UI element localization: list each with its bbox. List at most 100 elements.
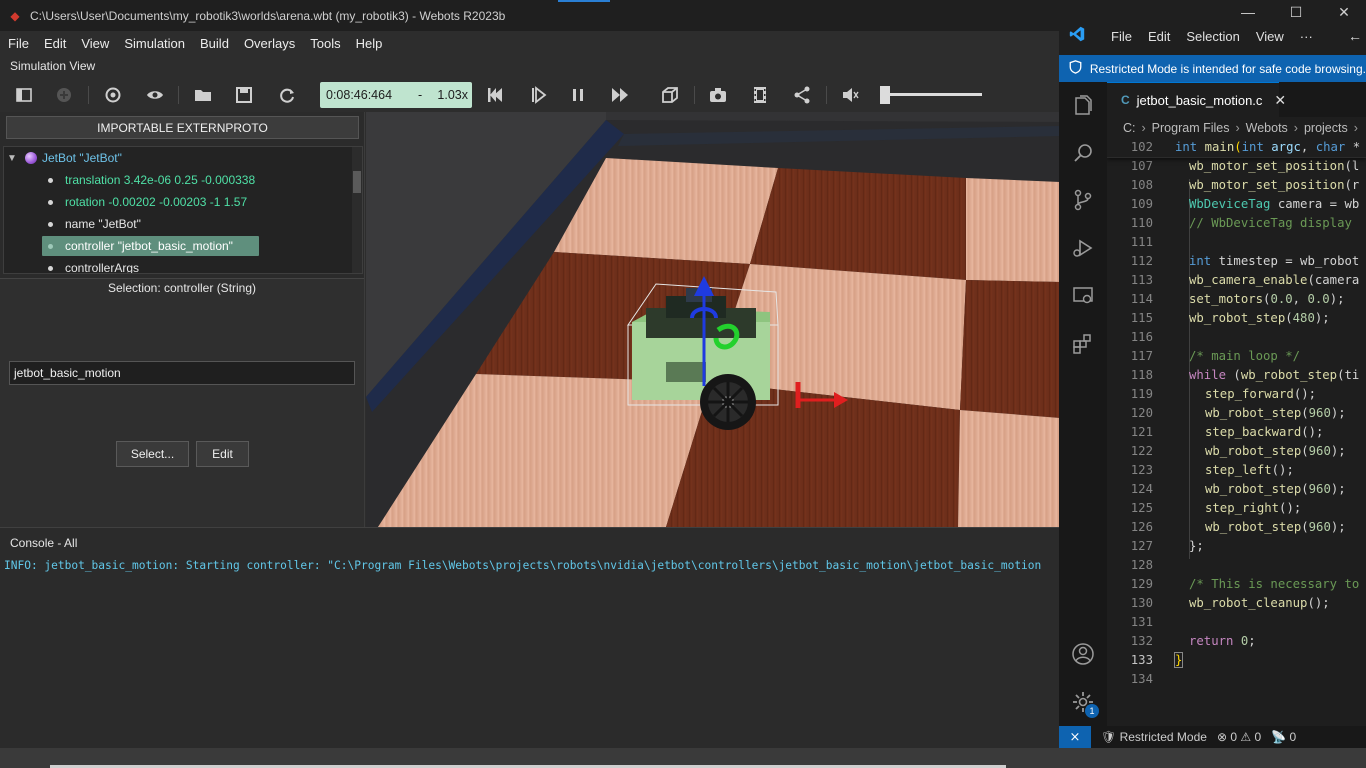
search-icon[interactable] [1071, 141, 1095, 165]
run-debug-icon[interactable] [1071, 236, 1095, 260]
vs-menu-file[interactable]: File [1111, 29, 1132, 44]
screenshot-icon[interactable] [706, 83, 730, 107]
tab-jetbot-basic-motion[interactable]: C jetbot_basic_motion.c ✕ [1107, 82, 1286, 117]
select-button[interactable]: Select... [116, 441, 189, 467]
menu-edit[interactable]: Edit [44, 36, 66, 51]
line-number: 134 [1130, 672, 1153, 686]
line-number: 126 [1130, 520, 1153, 534]
save-world-icon[interactable] [232, 83, 256, 107]
tree-field-name[interactable]: name "JetBot" [48, 214, 141, 234]
menu-tools[interactable]: Tools [310, 36, 340, 51]
controller-input[interactable]: jetbot_basic_motion [9, 361, 355, 385]
arrow-left-icon[interactable]: ← [1348, 28, 1362, 44]
code-line: step_forward(); [1205, 387, 1317, 401]
rendering-icon[interactable] [658, 83, 682, 107]
vs-menu-edit[interactable]: Edit [1148, 29, 1170, 44]
line-number: 124 [1130, 482, 1153, 496]
selection-label: Selection: controller (String) [107, 281, 257, 295]
account-icon[interactable] [1071, 642, 1095, 666]
console-panel: Console - All INFO: jetbot_basic_motion:… [0, 527, 1060, 748]
manage-gear-icon[interactable]: 1 [1071, 690, 1099, 718]
tree-scrollbar[interactable] [352, 147, 362, 273]
simulation-view-label: Simulation View [10, 59, 96, 73]
field-bullet-icon [48, 265, 53, 271]
tree-field-translation[interactable]: translation 3.42e-06 0.25 -0.000338 [48, 170, 255, 190]
share-icon[interactable] [790, 83, 814, 107]
reload-world-icon[interactable] [275, 83, 299, 107]
remote-indicator-icon[interactable]: ⨯ [1059, 726, 1091, 748]
chevron-down-icon[interactable]: ▼ [7, 153, 19, 164]
explorer-icon[interactable] [1071, 94, 1095, 118]
tree-node-jetbot[interactable]: ▼ JetBot "JetBot" [7, 148, 122, 168]
sticky-scroll-line[interactable]: 102 int main(int argc, char * [1107, 139, 1366, 158]
code-line: /* main loop */ [1189, 349, 1301, 363]
step-icon[interactable] [526, 83, 550, 107]
reset-viewpoint-icon[interactable] [101, 83, 125, 107]
volume-slider-track[interactable] [886, 93, 982, 96]
activity-bar: 1 [1059, 82, 1107, 726]
chevron-right-icon: › [1353, 121, 1358, 135]
close-tab-icon[interactable]: ✕ [1274, 92, 1286, 109]
menu-view[interactable]: View [81, 36, 109, 51]
breadcrumb-item[interactable]: projects [1304, 121, 1348, 135]
toggle-scene-tree-icon[interactable] [12, 83, 36, 107]
field-editor: Selection: controller (String) jetbot_ba… [0, 278, 364, 527]
line-number: 113 [1130, 273, 1153, 287]
status-ports[interactable]: 📡 0 [1271, 730, 1296, 744]
tree-node-label: JetBot "JetBot" [42, 151, 122, 165]
line-number: 111 [1130, 235, 1153, 249]
line-number: 109 [1130, 197, 1153, 211]
code-line: wb_robot_step(480); [1189, 311, 1330, 325]
line-number: 133 [1130, 653, 1153, 667]
vs-menu-view[interactable]: View [1256, 29, 1284, 44]
field-label: rotation -0.00202 -0.00203 -1 1.57 [65, 195, 248, 209]
line-number: 119 [1130, 387, 1153, 401]
status-restricted-mode[interactable]: 🛡 Restricted Mode [1101, 730, 1207, 744]
menu-help[interactable]: Help [356, 36, 383, 51]
code-editor[interactable]: 102 int main(int argc, char * 107 wb_moto… [1107, 139, 1366, 726]
breadcrumb-item[interactable]: C: [1123, 121, 1136, 135]
webots-menubar: File Edit View Simulation Build Overlays… [0, 31, 1060, 55]
reset-simulation-icon[interactable] [483, 83, 507, 107]
menu-file[interactable]: File [8, 36, 29, 51]
vs-menu-more[interactable]: ··· [1300, 29, 1313, 44]
add-node-icon[interactable] [52, 83, 76, 107]
open-world-icon[interactable] [191, 83, 215, 107]
vs-menu-selection[interactable]: Selection [1186, 29, 1239, 44]
pause-icon[interactable] [566, 83, 590, 107]
breadcrumb-item[interactable]: Program Files [1152, 121, 1230, 135]
mute-sound-icon[interactable] [838, 83, 862, 107]
code-line: // WbDeviceTag display [1189, 216, 1352, 230]
vscode-window: File Edit Selection View ··· ← Restricte… [1059, 18, 1366, 748]
code-line: return 0; [1189, 634, 1256, 648]
tree-scrollbar-thumb[interactable] [353, 171, 361, 193]
chevron-right-icon: › [1141, 121, 1146, 135]
simulation-speed: 1.03x [437, 88, 468, 102]
menu-overlays[interactable]: Overlays [244, 36, 295, 51]
source-control-icon[interactable] [1071, 188, 1095, 212]
line-number: 130 [1130, 596, 1153, 610]
vscode-logo-icon [1059, 25, 1095, 48]
tree-field-controller[interactable]: controller "jetbot_basic_motion" [42, 236, 259, 256]
breadcrumb-item[interactable]: Webots [1246, 121, 1288, 135]
fast-forward-icon[interactable] [608, 83, 632, 107]
eye-icon[interactable] [143, 83, 167, 107]
menu-simulation[interactable]: Simulation [124, 36, 185, 51]
remote-explorer-icon[interactable] [1071, 284, 1095, 308]
restricted-mode-banner[interactable]: Restricted Mode is intended for safe cod… [1059, 55, 1366, 82]
code-line: WbDeviceTag camera = wb [1189, 197, 1360, 211]
tree-field-rotation[interactable]: rotation -0.00202 -0.00203 -1 1.57 [48, 192, 247, 212]
3d-viewport[interactable] [366, 112, 1060, 527]
window-title: C:\Users\User\Documents\my_robotik3\worl… [30, 8, 506, 23]
record-movie-icon[interactable] [748, 83, 772, 107]
code-line: step_right(); [1205, 501, 1302, 515]
code-line: wb_motor_set_position(r [1189, 178, 1360, 192]
importable-externproto-button[interactable]: IMPORTABLE EXTERNPROTO [6, 116, 359, 139]
edit-button[interactable]: Edit [196, 441, 249, 467]
line-number: 123 [1130, 463, 1153, 477]
tree-field-controllerargs[interactable]: controllerArgs [48, 258, 139, 273]
volume-slider-thumb[interactable] [880, 86, 890, 104]
extensions-icon[interactable] [1071, 332, 1095, 356]
status-problems[interactable]: ⊗ 0 ⚠ 0 [1217, 730, 1261, 744]
menu-build[interactable]: Build [200, 36, 229, 51]
